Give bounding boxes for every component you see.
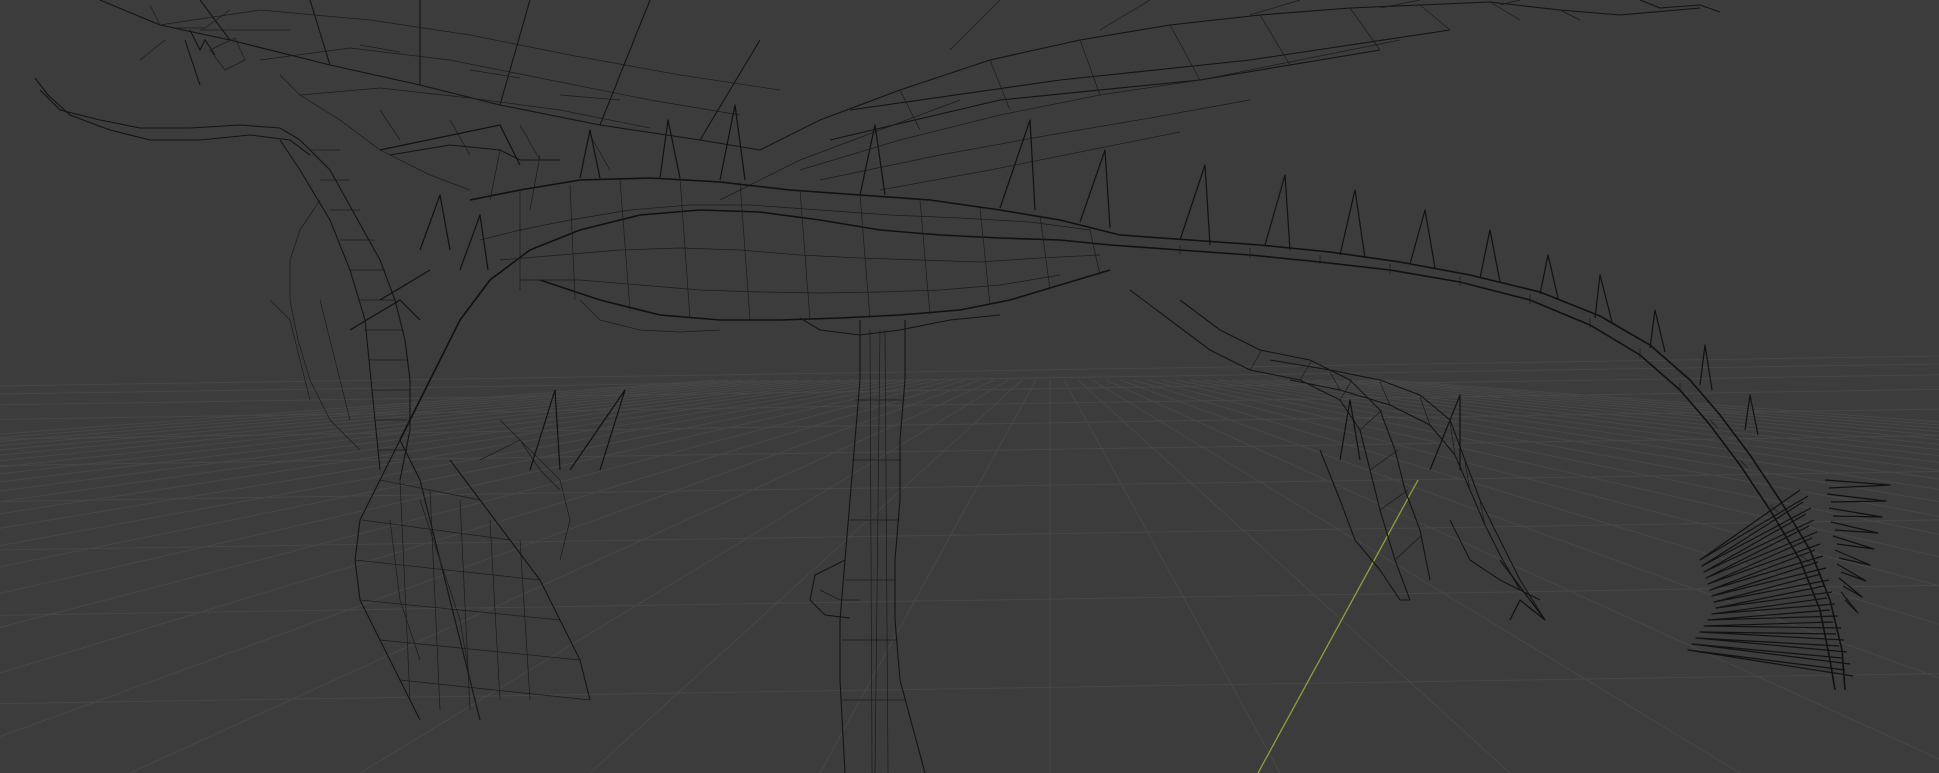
grid-line — [1189, 379, 1939, 517]
grid-line — [0, 519, 1939, 551]
tail-fan-spine — [1703, 621, 1842, 629]
grid-line — [1231, 379, 1939, 480]
grid-line — [0, 584, 1939, 616]
grid-line — [0, 355, 1939, 387]
hind-leg-left[interactable] — [1129, 289, 1431, 601]
grid-line — [1077, 379, 1511, 773]
grid-line — [1203, 379, 1939, 503]
grid-line — [0, 379, 939, 594]
grid-line — [0, 379, 729, 439]
grid-line — [0, 435, 1939, 467]
left-wing[interactable] — [99, 0, 781, 191]
viewport-canvas[interactable] — [0, 0, 1939, 773]
grid-line — [1217, 379, 1939, 490]
grid-line — [1063, 379, 1281, 773]
tail-fan-spine — [1840, 591, 1859, 614]
right-wing[interactable] — [719, 0, 1721, 201]
grid-line — [0, 379, 953, 628]
y-axis-line — [1257, 479, 1419, 773]
grid-line — [0, 673, 1939, 705]
tail-fan-spine — [1836, 563, 1867, 582]
grid-line — [0, 379, 967, 674]
grid-line — [0, 379, 911, 547]
grid-line — [0, 471, 1939, 503]
tail-fan-spine — [1699, 489, 1809, 561]
tail-fan-spine — [1701, 501, 1812, 567]
tail-fan-spine — [1830, 521, 1879, 534]
grid-line — [1343, 379, 1939, 433]
grid-line — [0, 379, 925, 568]
grid-line — [1119, 379, 1939, 679]
grid-line — [1133, 379, 1939, 625]
grid-line — [0, 379, 757, 447]
tail-fan-spine — [1828, 507, 1883, 518]
grid-line — [1105, 379, 1939, 760]
grid-line — [1161, 379, 1939, 558]
grid-line — [819, 379, 1037, 773]
floor-grid — [0, 355, 1939, 773]
grid-line — [1315, 379, 1939, 441]
grid-line — [1091, 379, 1741, 773]
grid-line — [589, 379, 1023, 773]
tail-fan-spine — [1695, 637, 1848, 653]
dragon-tail[interactable] — [1109, 234, 1846, 691]
grid-line — [359, 379, 1009, 773]
dragon-head[interactable] — [354, 419, 591, 721]
tail-fan — [1687, 479, 1891, 677]
tail-fan-spine — [1832, 535, 1875, 550]
3d-viewport[interactable] — [0, 0, 1939, 773]
